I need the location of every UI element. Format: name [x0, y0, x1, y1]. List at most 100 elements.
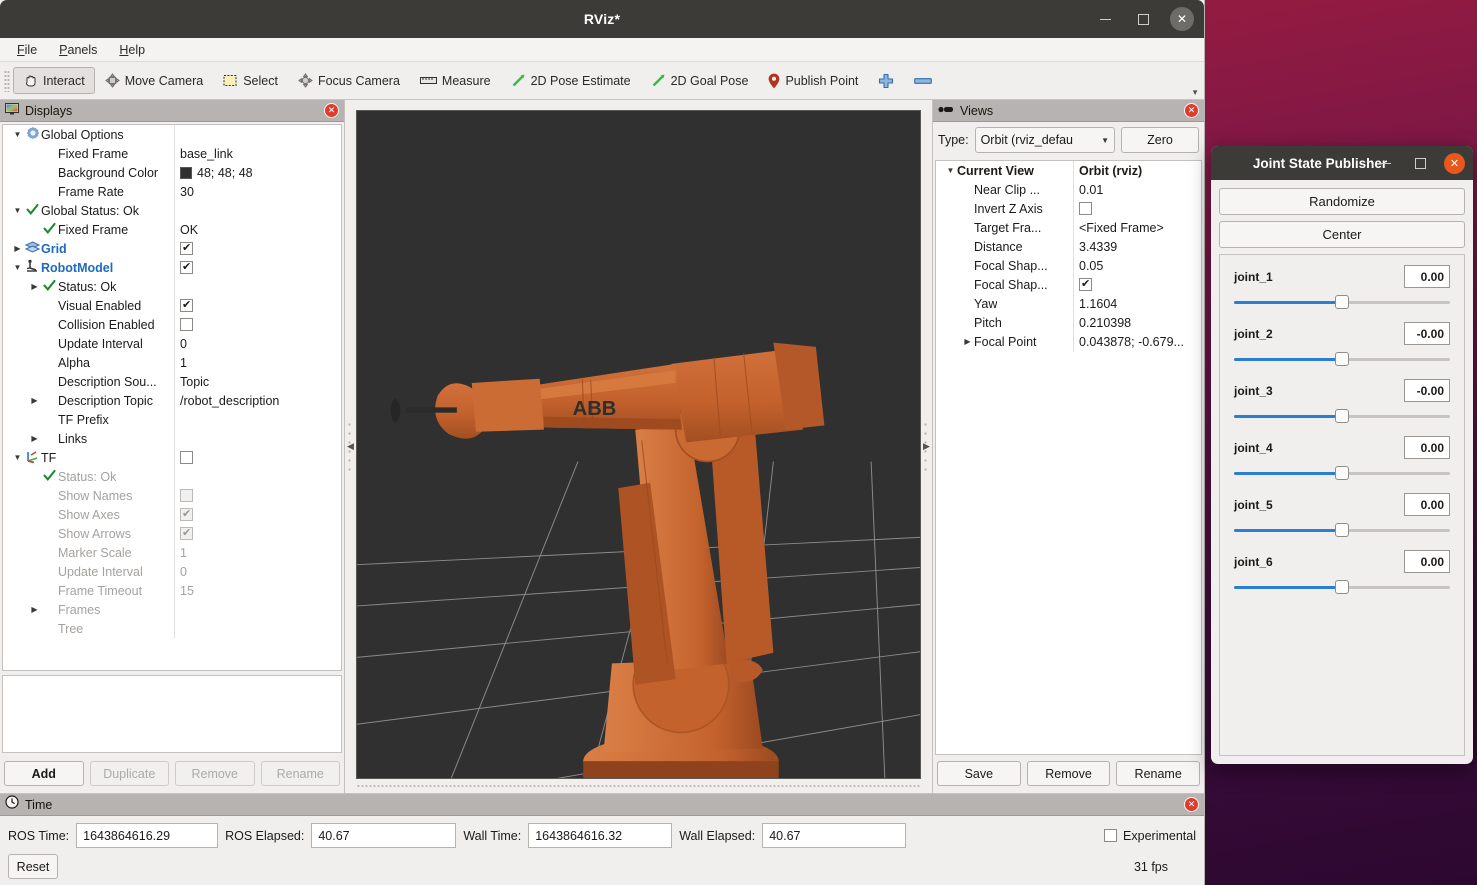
tree-row[interactable]: Visual Enabled [3, 296, 341, 315]
row-checkbox[interactable] [180, 489, 193, 502]
tree-row[interactable]: Global Options [3, 125, 341, 144]
slider-knob[interactable] [1335, 466, 1349, 480]
expand-arrow-icon[interactable] [11, 453, 24, 462]
toolbar-grip[interactable] [4, 70, 10, 92]
joint-slider[interactable] [1234, 295, 1450, 309]
tree-row[interactable]: TF [3, 448, 341, 467]
row-checkbox[interactable] [180, 299, 193, 312]
toolbar-button-plus[interactable] [868, 67, 904, 94]
right-splitter[interactable]: ▶ [921, 100, 932, 793]
row-checkbox[interactable] [1079, 278, 1092, 291]
menu-item-help[interactable]: Help [109, 40, 155, 60]
tree-row-value[interactable]: 0.210398 [1074, 316, 1201, 330]
tree-row[interactable]: Update Interval0 [3, 334, 341, 353]
expand-arrow-icon[interactable] [28, 605, 41, 614]
toolbar-button-measure[interactable]: Measure [410, 67, 501, 94]
tree-row-value[interactable]: OK [175, 223, 341, 237]
toolbar-button-select[interactable]: Select [213, 67, 288, 94]
toolbar-button-2d-pose-estimate[interactable]: 2D Pose Estimate [501, 67, 641, 94]
tree-row[interactable]: Marker Scale1 [3, 543, 341, 562]
tree-row-value[interactable] [175, 242, 341, 255]
tree-row[interactable]: Frames [3, 600, 341, 619]
row-checkbox[interactable] [180, 261, 193, 274]
tree-row[interactable]: Current ViewOrbit (rviz) [936, 161, 1201, 180]
tree-row[interactable]: Background Color48; 48; 48 [3, 163, 341, 182]
displays-panel-close-icon[interactable]: ✕ [324, 103, 339, 118]
tree-row-value[interactable] [175, 299, 341, 312]
tree-row-value[interactable] [175, 527, 341, 540]
expand-arrow-icon[interactable] [944, 166, 957, 175]
tree-row[interactable]: Grid [3, 239, 341, 258]
joint-value-field[interactable]: 0.00 [1404, 550, 1450, 573]
reset-button[interactable]: Reset [8, 854, 58, 879]
toolbar-button-2d-goal-pose[interactable]: 2D Goal Pose [641, 67, 759, 94]
tree-row[interactable]: Distance3.4339 [936, 237, 1201, 256]
jsp-maximize-icon[interactable] [1409, 152, 1431, 174]
zero-button[interactable]: Zero [1121, 127, 1199, 153]
joint-slider[interactable] [1234, 409, 1450, 423]
tree-row-value[interactable] [1074, 202, 1201, 215]
tree-row-value[interactable]: 0.043878; -0.679... [1074, 335, 1201, 349]
experimental-toggle[interactable]: Experimental [1104, 829, 1196, 843]
tree-row-value[interactable]: 30 [175, 185, 341, 199]
tree-row[interactable]: Show Names [3, 486, 341, 505]
tree-row[interactable]: Show Axes [3, 505, 341, 524]
tree-row[interactable]: Fixed Framebase_link [3, 144, 341, 163]
minimize-icon[interactable] [1094, 8, 1116, 30]
joint-slider[interactable] [1234, 580, 1450, 594]
wall-elapsed-input[interactable]: 40.67 [762, 823, 906, 848]
tree-row[interactable]: Fixed FrameOK [3, 220, 341, 239]
color-swatch[interactable] [180, 167, 192, 179]
tree-row-value[interactable]: 0 [175, 337, 341, 351]
toolbar-button-interact[interactable]: Interact [13, 67, 95, 94]
viewport-bottom-grip[interactable] [356, 779, 921, 793]
close-icon[interactable]: ✕ [1170, 7, 1194, 31]
tree-row-value[interactable]: 48; 48; 48 [175, 166, 341, 180]
slider-knob[interactable] [1335, 352, 1349, 366]
tree-row-value[interactable]: 1 [175, 546, 341, 560]
tree-row[interactable]: Tree [3, 619, 341, 638]
joint-value-field[interactable]: 0.00 [1404, 265, 1450, 288]
tree-row-value[interactable]: 0 [175, 565, 341, 579]
tree-row[interactable]: TF Prefix [3, 410, 341, 429]
joint-slider[interactable] [1234, 352, 1450, 366]
collapse-right-arrow-icon[interactable]: ▶ [923, 441, 930, 452]
ros-time-input[interactable]: 1643864616.29 [76, 823, 218, 848]
toolbar-overflow-icon[interactable]: ▼ [1191, 88, 1199, 97]
tree-row[interactable]: RobotModel [3, 258, 341, 277]
tree-row-value[interactable]: 1 [175, 356, 341, 370]
randomize-button[interactable]: Randomize [1219, 188, 1465, 215]
rename-button[interactable]: Rename [1116, 761, 1200, 786]
tree-row-value[interactable]: Topic [175, 375, 341, 389]
tree-row[interactable]: Update Interval0 [3, 562, 341, 581]
joint-value-field[interactable]: 0.00 [1404, 493, 1450, 516]
jsp-close-icon[interactable]: ✕ [1444, 153, 1465, 174]
expand-arrow-icon[interactable] [11, 244, 24, 253]
slider-knob[interactable] [1335, 580, 1349, 594]
ros-elapsed-input[interactable]: 40.67 [311, 823, 456, 848]
expand-arrow-icon[interactable] [28, 434, 41, 443]
left-splitter[interactable]: ◀ [345, 100, 356, 793]
tree-row-value[interactable]: base_link [175, 147, 341, 161]
tree-row[interactable]: Alpha1 [3, 353, 341, 372]
expand-arrow-icon[interactable] [28, 396, 41, 405]
tree-row[interactable]: Focal Shap...0.05 [936, 256, 1201, 275]
joint-slider[interactable] [1234, 466, 1450, 480]
tree-row[interactable]: Description Sou...Topic [3, 372, 341, 391]
tree-row[interactable]: Collision Enabled [3, 315, 341, 334]
expand-arrow-icon[interactable] [11, 130, 24, 139]
expand-arrow-icon[interactable] [28, 282, 41, 291]
toolbar-button-publish-point[interactable]: Publish Point [758, 67, 868, 94]
time-panel-close-icon[interactable]: ✕ [1184, 797, 1199, 812]
tree-row[interactable]: Description Topic/robot_description [3, 391, 341, 410]
row-checkbox[interactable] [180, 451, 193, 464]
tree-row-value[interactable]: /robot_description [175, 394, 341, 408]
row-checkbox[interactable] [180, 242, 193, 255]
tree-row-value[interactable]: 15 [175, 584, 341, 598]
save-button[interactable]: Save [937, 761, 1021, 786]
tree-row[interactable]: Invert Z Axis [936, 199, 1201, 218]
slider-knob[interactable] [1335, 295, 1349, 309]
row-checkbox[interactable] [180, 318, 193, 331]
add-button[interactable]: Add [4, 761, 84, 786]
tree-row[interactable]: Focal Point0.043878; -0.679... [936, 332, 1201, 351]
